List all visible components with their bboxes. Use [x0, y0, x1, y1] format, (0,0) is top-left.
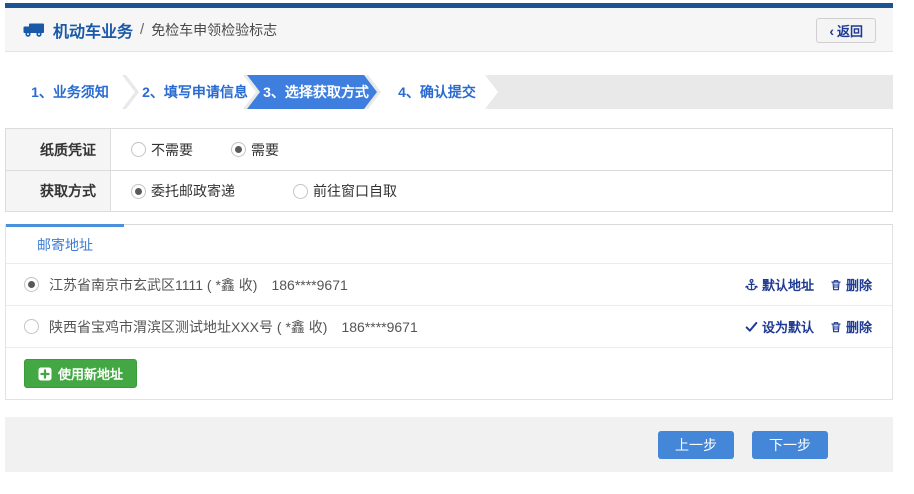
page: 机动车业务 / 免检车申领检验标志 ‹ 返回 1、业务须知 2、填写申请信息 3…: [0, 3, 914, 494]
trash-icon: [830, 320, 842, 334]
back-chevron-icon: ‹: [829, 24, 834, 38]
back-button-label: 返回: [837, 21, 863, 40]
form-row-acquisition-method: 获取方式 委托邮政寄递 前往窗口自取: [6, 170, 892, 211]
radio-option-label: 需要: [251, 140, 279, 160]
breadcrumb-separator: /: [140, 21, 144, 38]
address-tab-row: 邮寄地址: [6, 224, 892, 264]
new-address-row: 使用新地址: [6, 348, 892, 399]
radio-unchecked-icon[interactable]: [131, 142, 146, 157]
address-text: 陕西省宝鸡市渭滨区测试地址XXX号 ( *鑫 收) 186****9671: [49, 317, 745, 337]
acquisition-method-label: 获取方式: [6, 171, 111, 211]
paper-certificate-options: 不需要 需要: [111, 129, 892, 170]
delete-address-label: 删除: [846, 317, 872, 336]
acquisition-method-options: 委托邮政寄递 前往窗口自取: [111, 171, 892, 211]
step-1-notice[interactable]: 1、业务须知: [5, 75, 135, 109]
radio-option-not-needed[interactable]: 不需要: [131, 140, 193, 160]
radio-checked-icon[interactable]: [231, 142, 246, 157]
delete-address-button[interactable]: 删除: [830, 317, 872, 336]
radio-option-label: 委托邮政寄递: [151, 181, 235, 201]
use-new-address-label: 使用新地址: [58, 364, 123, 383]
address-radio-checked-icon[interactable]: [24, 277, 39, 292]
section-title: 机动车业务: [53, 18, 133, 42]
tab-mailing-address[interactable]: 邮寄地址: [6, 224, 124, 263]
step-2-fill-info[interactable]: 2、填写申请信息: [126, 75, 256, 109]
previous-step-button[interactable]: 上一步: [658, 431, 734, 459]
radio-option-label: 前往窗口自取: [313, 181, 397, 201]
footer-bar: 上一步 下一步: [5, 417, 893, 472]
steps-bar: 1、业务须知 2、填写申请信息 3、选择获取方式 4、确认提交: [5, 75, 893, 109]
truck-icon: [23, 21, 45, 38]
address-row[interactable]: 陕西省宝鸡市渭滨区测试地址XXX号 ( *鑫 收) 186****9671 设为…: [6, 306, 892, 348]
radio-unchecked-icon[interactable]: [293, 184, 308, 199]
step-3-choose-method[interactable]: 3、选择获取方式: [247, 75, 377, 109]
address-text: 江苏省南京市玄武区1111 ( *鑫 收) 186****9671: [49, 275, 745, 295]
radio-option-needed[interactable]: 需要: [231, 140, 279, 160]
page-title: 免检车申领检验标志: [151, 20, 277, 40]
radio-option-window-pickup[interactable]: 前往窗口自取: [293, 181, 397, 201]
radio-option-postal-delivery[interactable]: 委托邮政寄递: [131, 181, 235, 201]
set-default-label: 设为默认: [762, 317, 814, 336]
paper-certificate-label: 纸质凭证: [6, 129, 111, 170]
header: 机动车业务 / 免检车申领检验标志 ‹ 返回: [5, 8, 893, 52]
address-actions: 设为默认 删除: [745, 317, 872, 336]
set-default-button[interactable]: 设为默认: [745, 317, 814, 336]
trash-icon: [830, 278, 842, 292]
address-actions: 默认地址 删除: [745, 275, 872, 294]
delete-address-label: 删除: [846, 275, 872, 294]
delete-address-button[interactable]: 删除: [830, 275, 872, 294]
back-button[interactable]: ‹ 返回: [816, 18, 876, 43]
address-row[interactable]: 江苏省南京市玄武区1111 ( *鑫 收) 186****9671 默认地址: [6, 264, 892, 306]
radio-checked-icon[interactable]: [131, 184, 146, 199]
use-new-address-button[interactable]: 使用新地址: [24, 359, 137, 388]
anchor-icon: [745, 278, 758, 292]
default-address-button[interactable]: 默认地址: [745, 275, 814, 294]
check-icon: [745, 321, 758, 333]
options-form: 纸质凭证 不需要 需要 获取方式 委托邮政: [5, 128, 893, 212]
radio-option-label: 不需要: [151, 140, 193, 160]
default-address-label: 默认地址: [762, 275, 814, 294]
next-step-button[interactable]: 下一步: [752, 431, 828, 459]
form-row-paper-certificate: 纸质凭证 不需要 需要: [6, 129, 892, 170]
step-4-confirm-submit[interactable]: 4、确认提交: [368, 75, 498, 109]
address-radio-unchecked-icon[interactable]: [24, 319, 39, 334]
plus-icon: [38, 367, 52, 381]
mailing-address-panel: 邮寄地址 江苏省南京市玄武区1111 ( *鑫 收) 186****9671 默…: [5, 224, 893, 400]
